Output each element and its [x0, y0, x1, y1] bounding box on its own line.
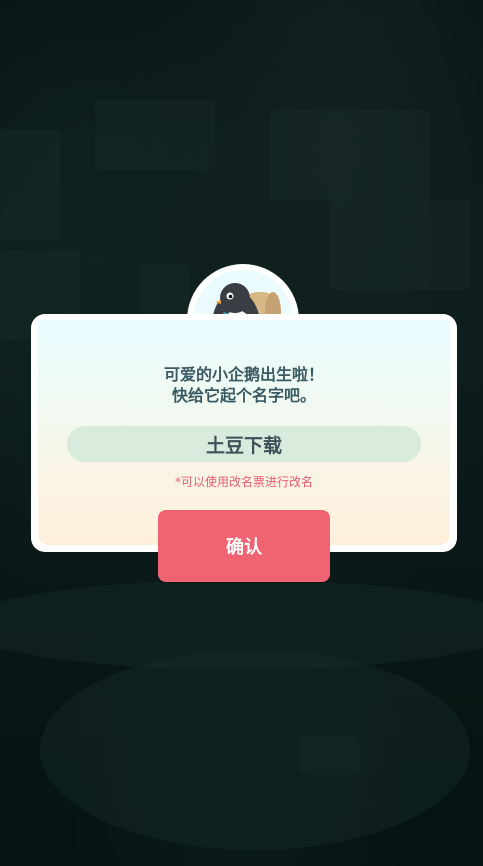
game-screen: 可爱的小企鹅出生啦！ 快给它起个名字吧。 *可以使用改名票进行改名 确认 [0, 0, 483, 866]
dialog-message-line2: 快给它起个名字吧。 [171, 386, 316, 405]
dialog-top-fill [38, 320, 450, 360]
dialog-message-line1: 可爱的小企鹅出生啦！ [163, 365, 324, 384]
confirm-button[interactable]: 确认 [158, 510, 330, 582]
rename-hint: *可以使用改名票进行改名 [174, 475, 313, 489]
penguin-name-input[interactable] [67, 426, 421, 462]
